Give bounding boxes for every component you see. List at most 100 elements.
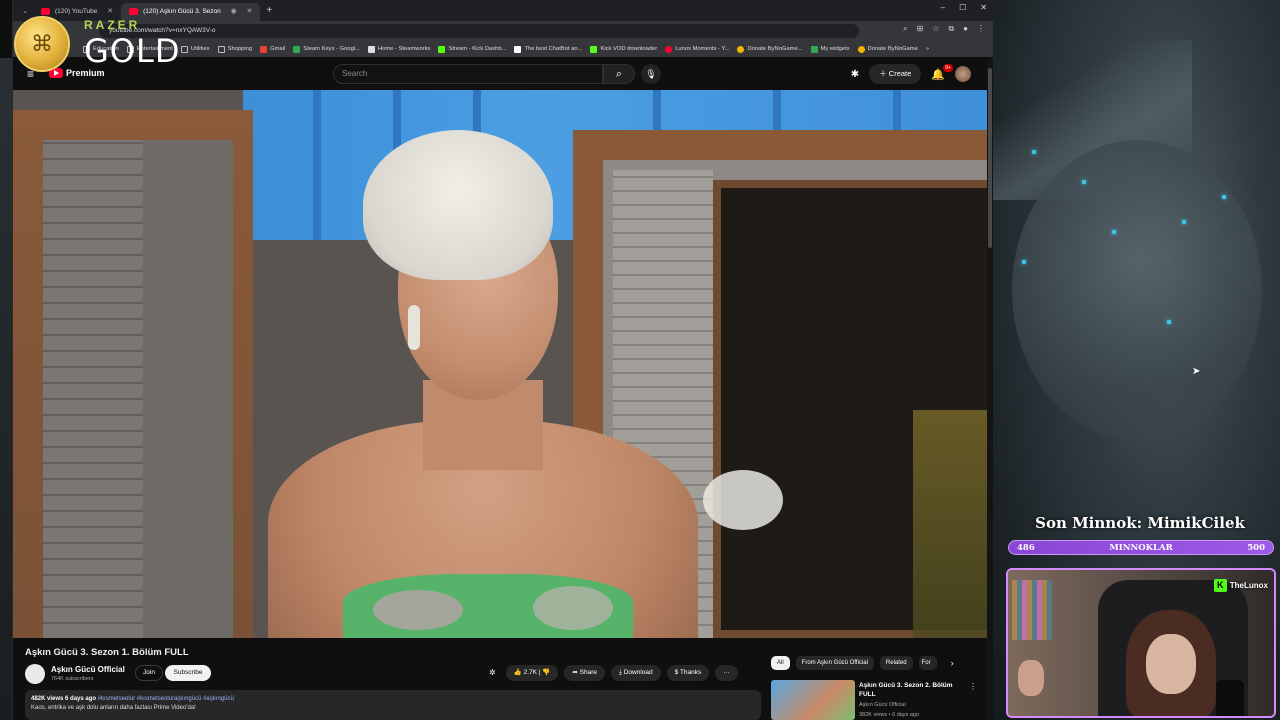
- webcam-art: [1216, 680, 1244, 716]
- extension-puzzle-icon[interactable]: ✱: [851, 69, 859, 80]
- bookmark-item[interactable]: Lunox Moments - Y...: [665, 45, 729, 53]
- tab-search-icon[interactable]: ⌄: [17, 7, 33, 15]
- tab-label: (120) YouTube: [55, 8, 98, 15]
- bookmark-item[interactable]: My widgets: [810, 45, 850, 53]
- voice-search-button[interactable]: 🎙: [641, 64, 661, 84]
- header-actions: ✱ ＋ Create 🔔 9+: [851, 63, 971, 84]
- chip-for-you[interactable]: For: [918, 656, 937, 670]
- toolbar-icons: ⌕ ⊞ ☆ ⧉ ● ⋮: [903, 24, 985, 34]
- maximize-icon[interactable]: ☐: [959, 3, 966, 12]
- bookmark-item[interactable]: Kick VOD downloader: [590, 45, 657, 53]
- page-scrollbar[interactable]: [987, 58, 993, 720]
- close-window-icon[interactable]: ✕: [980, 3, 987, 12]
- join-button[interactable]: Join: [135, 665, 163, 681]
- kick-icon: [590, 45, 598, 53]
- video-player[interactable]: [13, 90, 987, 638]
- thumbs-down-icon[interactable]: | 👎: [539, 669, 551, 676]
- video-frame-art: [313, 90, 321, 240]
- video-frame-art: [703, 470, 783, 530]
- mouse-cursor-icon: ➤: [1192, 366, 1201, 377]
- create-button[interactable]: ＋ Create: [869, 64, 922, 84]
- glow-spike: [1112, 230, 1116, 234]
- video-frame-art: [408, 305, 420, 350]
- tab-close-icon[interactable]: ✕: [107, 8, 113, 15]
- extensions-icon[interactable]: ⧉: [948, 24, 954, 34]
- bookmark-item[interactable]: Home - Steamworks: [367, 45, 430, 53]
- screen: ⌄ (120) YouTube ✕ (120) Aşkın Gücü 3. Se…: [0, 0, 1280, 720]
- recommended-thumbnail[interactable]: [771, 680, 855, 720]
- glow-spike: [1022, 260, 1026, 264]
- subscribe-button[interactable]: Subscribe: [165, 665, 211, 681]
- search-button[interactable]: ⌕: [603, 64, 635, 84]
- share-icon: ➦: [572, 669, 580, 676]
- profile-icon[interactable]: ●: [963, 24, 968, 34]
- dragon-body-art: [1012, 140, 1262, 440]
- account-avatar[interactable]: [955, 66, 971, 82]
- chip-related[interactable]: Related: [879, 656, 913, 670]
- thanks-button[interactable]: $ Thanks: [666, 665, 710, 681]
- scrollbar-thumb[interactable]: [988, 68, 992, 248]
- browser-menu-icon[interactable]: ⋮: [977, 24, 985, 34]
- new-tab-icon[interactable]: +: [266, 5, 272, 16]
- sheets-icon: [293, 45, 301, 53]
- minimize-icon[interactable]: –: [941, 3, 945, 12]
- share-button[interactable]: ➦ Share: [564, 665, 606, 681]
- zoom-icon[interactable]: ⌕: [903, 24, 907, 34]
- install-icon[interactable]: ⊞: [917, 24, 924, 34]
- recommended-channel[interactable]: Aşkın Gücü Official: [859, 702, 906, 708]
- bookmark-item[interactable]: Donate ByNoGame: [857, 45, 918, 53]
- chatbot-icon: [514, 45, 522, 53]
- bookmark-item[interactable]: The best ChatBot an...: [514, 45, 582, 53]
- more-options-icon[interactable]: ⋮: [969, 682, 977, 691]
- chip-from-channel[interactable]: From Aşkın Gücü Official: [795, 656, 874, 670]
- tab-audio-icon[interactable]: ◉: [231, 8, 237, 15]
- search-input[interactable]: Search: [333, 64, 603, 84]
- bookmarks-overflow-icon[interactable]: »: [926, 46, 929, 52]
- sparkle-icon[interactable]: ✲: [485, 665, 500, 681]
- recommended-meta: 382K views • 6 days ago: [859, 712, 920, 718]
- channel-avatar[interactable]: [25, 664, 45, 684]
- video-frame-art: [43, 140, 143, 638]
- bookmark-item[interactable]: Steam Keys - Googl...: [293, 45, 360, 53]
- microphone-icon: 🎙: [645, 69, 657, 79]
- subscriber-goal-bar: MINNOKLAR 486 500: [1008, 540, 1274, 555]
- chip-all[interactable]: All: [771, 656, 790, 670]
- webcam-art: [1012, 580, 1052, 640]
- notification-badge: 9+: [943, 63, 953, 72]
- bynogame-icon: [857, 45, 865, 53]
- bookmark-item[interactable]: Stream - Kick Dashb...: [438, 45, 506, 53]
- notifications-bell-icon[interactable]: 🔔 9+: [931, 63, 953, 81]
- youtube-favicon-icon: [129, 8, 139, 15]
- url-field[interactable]: youtube.com/watch?v=nxYQAW3V-o: [99, 24, 859, 38]
- bookmark-item[interactable]: Donate ByNoGame...: [737, 45, 803, 53]
- recommended-title[interactable]: Aşkın Gücü 3. Sezon 2. Bölüm FULL: [859, 681, 959, 699]
- glow-spike: [1167, 320, 1171, 324]
- goal-label: MINNOKLAR: [1109, 543, 1173, 553]
- bookmark-item[interactable]: Gmail: [260, 45, 285, 53]
- more-actions-icon[interactable]: ···: [715, 665, 738, 681]
- download-button[interactable]: ⤓ Download: [611, 665, 661, 681]
- bookmark-item[interactable]: Shopping: [217, 45, 252, 53]
- folder-icon: [217, 45, 225, 53]
- channel-name[interactable]: Aşkın Gücü Official: [51, 665, 125, 674]
- video-frame-art: [913, 410, 987, 638]
- glow-spike: [1222, 195, 1226, 199]
- bookmark-star-icon[interactable]: ☆: [932, 24, 939, 34]
- glow-spike: [1182, 220, 1186, 224]
- thumbs-up-icon: 👍: [513, 669, 524, 676]
- video-title: Aşkın Gücü 3. Sezon 1. Bölüm FULL: [25, 647, 189, 658]
- streamer-name: TheLunox: [1229, 580, 1268, 590]
- hashtags[interactable]: #kısmetseolur #kısmetseoluraşkıngücü #aş…: [98, 696, 234, 702]
- video-frame-art: [363, 130, 553, 280]
- chevron-right-icon[interactable]: ›: [951, 658, 954, 668]
- razer-brand-text: RAZER: [84, 18, 141, 32]
- description-box[interactable]: 482K views 6 days ago #kısmetseolur #kıs…: [25, 690, 761, 720]
- recommended-video[interactable]: Aşkın Gücü 3. Sezon 2. Bölüm FULL Aşkın …: [771, 680, 981, 720]
- goal-target: 500: [1247, 543, 1265, 553]
- razer-logo-icon: ⌘: [14, 16, 70, 72]
- tab-close-icon[interactable]: ✕: [247, 8, 253, 15]
- youtube-favicon-icon: [41, 8, 50, 15]
- recommendation-chips: All From Aşkın Gücü Official Related For…: [771, 656, 954, 670]
- like-button[interactable]: 👍 2.7K | 👎: [505, 665, 559, 681]
- bynogame-icon: [737, 45, 745, 53]
